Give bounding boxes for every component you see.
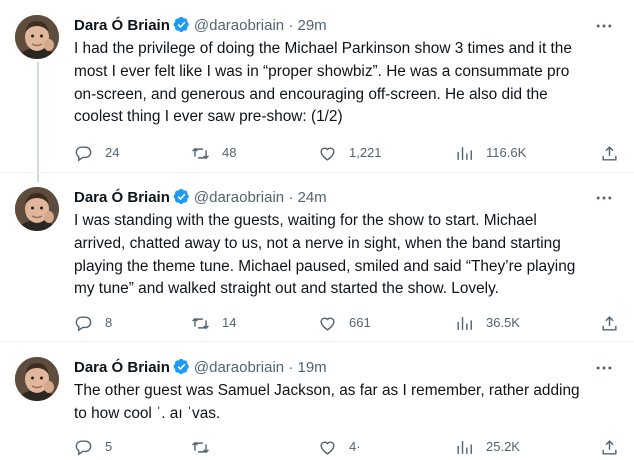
retweet-button[interactable]: 48 — [191, 143, 236, 163]
like-count: 4· — [349, 439, 361, 454]
reply-icon — [75, 439, 92, 456]
action-bar: 24 48 1,221 116.6K — [74, 143, 622, 163]
timestamp[interactable]: 29m — [298, 17, 327, 34]
retweet-count: 48 — [222, 145, 237, 160]
more-icon[interactable] — [594, 15, 614, 37]
separator: · — [288, 189, 294, 206]
views-button[interactable]: 116.6K — [455, 143, 526, 163]
tweet-2[interactable]: Dara Ó Briain @daraobriain · 24m I was st… — [0, 187, 634, 337]
share-icon — [602, 439, 617, 455]
more-icon[interactable] — [594, 187, 614, 209]
reply-icon — [75, 145, 92, 162]
like-button[interactable]: 4· — [318, 437, 361, 457]
views-icon — [457, 316, 472, 330]
like-count: 1,221 — [349, 145, 382, 160]
share-icon — [602, 145, 617, 161]
views-button[interactable]: 25.2K — [455, 437, 520, 457]
verified-badge-icon — [173, 188, 190, 205]
views-count: 25.2K — [486, 439, 520, 454]
views-count: 116.6K — [486, 145, 527, 160]
verified-badge-icon — [173, 358, 190, 375]
retweet-button[interactable] — [191, 437, 222, 457]
tweet-text: I was standing with the guests, waiting … — [74, 212, 576, 298]
reply-count: 24 — [105, 145, 120, 160]
display-name[interactable]: Dara Ó Briain — [74, 189, 170, 206]
like-button[interactable]: 661 — [318, 313, 371, 333]
separator: · — [288, 359, 294, 376]
timestamp[interactable]: 19m — [298, 359, 327, 376]
retweet-icon — [192, 317, 209, 329]
retweet-button[interactable]: 14 — [191, 313, 236, 333]
divider — [0, 172, 634, 173]
share-icon — [602, 315, 617, 331]
tweet-text: I had the privilege of doing the Michael… — [74, 40, 572, 126]
handle[interactable]: @daraobriain — [194, 359, 284, 376]
verified-badge-icon — [173, 16, 190, 33]
display-name[interactable]: Dara Ó Briain — [74, 359, 170, 376]
like-icon — [320, 317, 335, 331]
reply-button[interactable]: 5 — [74, 437, 112, 457]
tweet-header: Dara Ó Briain @daraobriain · 24m — [74, 187, 327, 209]
separator: · — [288, 17, 294, 34]
retweet-icon — [192, 147, 209, 159]
divider — [0, 341, 634, 342]
avatar[interactable] — [15, 15, 59, 59]
reply-icon — [75, 315, 92, 332]
views-count: 36.5K — [486, 315, 520, 330]
tweet-3[interactable]: Dara Ó Briain @daraobriain · 19m The othe… — [0, 357, 634, 460]
like-button[interactable]: 1,221 — [318, 143, 382, 163]
tweet-header: Dara Ó Briain @daraobriain · 29m — [74, 15, 327, 37]
timestamp[interactable]: 24m — [298, 189, 327, 206]
avatar[interactable] — [15, 357, 59, 401]
tweet-header: Dara Ó Briain @daraobriain · 19m — [74, 357, 327, 379]
handle[interactable]: @daraobriain — [194, 17, 284, 34]
views-icon — [457, 146, 472, 160]
retweet-count: 14 — [222, 315, 237, 330]
like-count: 661 — [349, 315, 371, 330]
display-name[interactable]: Dara Ó Briain — [74, 17, 170, 34]
like-icon — [320, 441, 335, 455]
handle[interactable]: @daraobriain — [194, 189, 284, 206]
avatar[interactable] — [15, 187, 59, 231]
share-button[interactable] — [600, 437, 619, 457]
reply-button[interactable]: 8 — [74, 313, 112, 333]
more-icon[interactable] — [594, 357, 614, 379]
reply-count: 5 — [105, 439, 113, 454]
views-button[interactable]: 36.5K — [455, 313, 520, 333]
reply-button[interactable]: 24 — [74, 143, 119, 163]
reply-count: 8 — [105, 315, 113, 330]
retweet-icon — [192, 441, 209, 453]
like-icon — [320, 147, 335, 161]
views-icon — [457, 440, 472, 454]
action-bar: 5 4· 25.2K — [74, 437, 622, 457]
share-button[interactable] — [600, 313, 619, 333]
share-button[interactable] — [600, 143, 619, 163]
action-bar: 8 14 661 36.5K — [74, 313, 622, 333]
tweet-1[interactable]: Dara Ó Briain @daraobriain · 29m I had th… — [0, 15, 634, 175]
tweet-text: The other guest was Samuel Jackson, as f… — [74, 382, 580, 422]
